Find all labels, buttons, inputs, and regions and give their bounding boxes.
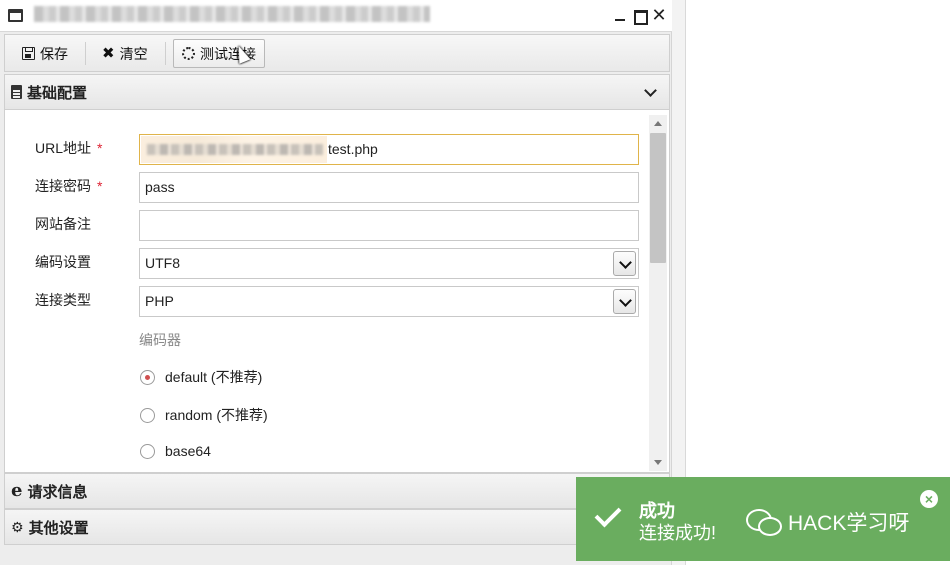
password-label-text: 连接密码: [35, 178, 91, 194]
chevron-down-icon[interactable]: [644, 84, 657, 97]
close-icon[interactable]: ✕: [650, 6, 668, 24]
encoding-select[interactable]: UTF8: [139, 248, 639, 279]
url-redacted: [141, 136, 327, 163]
required-marker: *: [97, 178, 103, 194]
encoder-title: 编码器: [139, 332, 181, 348]
section-other-settings[interactable]: ⚙ 其他设置: [4, 509, 670, 545]
scroll-up-icon[interactable]: [654, 121, 662, 126]
encoder-option-label: random (不推荐): [165, 407, 268, 423]
clear-icon: ✖: [102, 45, 115, 62]
document-icon: [11, 85, 22, 99]
encoder-option-base64[interactable]: base64: [140, 443, 211, 459]
success-toast: 成功 连接成功! × HACK学习呀: [576, 477, 950, 561]
save-icon: [22, 47, 35, 60]
ie-icon: e: [11, 480, 23, 501]
spinner-icon: [182, 47, 195, 60]
watermark-text: HACK学习呀: [788, 512, 910, 535]
password-label: 连接密码 *: [35, 177, 102, 195]
chevron-down-icon[interactable]: [613, 251, 636, 276]
radio-checked[interactable]: [140, 369, 155, 385]
save-button-label: 保存: [40, 45, 68, 62]
required-marker: *: [97, 140, 103, 156]
check-icon: [594, 500, 622, 528]
clear-button[interactable]: ✖ 清空: [93, 39, 157, 68]
toolbar-divider: [165, 42, 166, 65]
encoder-option-label: base64: [165, 443, 211, 459]
basic-config-panel: URL地址 * test.php 连接密码 * pass 网站备注 编码设置 UTF…: [4, 110, 670, 473]
window-title: [34, 6, 430, 22]
password-input[interactable]: pass: [139, 172, 639, 203]
toast-message: 连接成功!: [639, 523, 717, 543]
encoder-option-label: default (不推荐): [165, 369, 263, 385]
section-request-title: 请求信息: [27, 483, 88, 501]
section-basic-title: 基础配置: [27, 84, 88, 102]
section-basic-config[interactable]: 基础配置: [4, 74, 670, 110]
radio-unchecked[interactable]: [140, 443, 155, 459]
scroll-down-icon[interactable]: [654, 460, 662, 465]
note-label: 网站备注: [35, 216, 91, 232]
scroll-thumb[interactable]: [650, 133, 666, 263]
section-other-title: 其他设置: [28, 519, 89, 537]
watermark: HACK学习呀: [746, 507, 909, 537]
url-value: test.php: [328, 141, 378, 157]
minimize-icon[interactable]: [611, 6, 629, 24]
type-value: PHP: [145, 293, 174, 309]
title-bar: ✕: [0, 0, 672, 32]
maximize-icon[interactable]: [630, 6, 648, 25]
url-input[interactable]: test.php: [139, 134, 639, 165]
test-connection-button[interactable]: 测试连接: [173, 39, 265, 68]
connection-dialog: ✕ 保存 ✖ 清空 测试连接 基础配置 URL地址 * test.php 连接密…: [0, 0, 672, 565]
close-circle-icon[interactable]: ×: [920, 490, 938, 508]
window-icon: [8, 9, 23, 22]
wechat-icon: [746, 509, 782, 536]
save-button[interactable]: 保存: [13, 39, 77, 68]
url-label: URL地址 *: [35, 139, 102, 157]
toolbar: 保存 ✖ 清空 测试连接: [4, 34, 670, 72]
encoding-value: UTF8: [145, 255, 180, 271]
chevron-down-icon[interactable]: [613, 289, 636, 314]
toolbar-divider: [85, 42, 86, 65]
encoder-option-default[interactable]: default (不推荐): [140, 367, 262, 387]
type-select[interactable]: PHP: [139, 286, 639, 317]
url-label-text: URL地址: [35, 140, 92, 156]
note-input[interactable]: [139, 210, 639, 241]
gears-icon: ⚙: [11, 518, 24, 535]
encoder-option-random[interactable]: random (不推荐): [140, 405, 268, 425]
section-request-info[interactable]: e 请求信息: [4, 473, 670, 509]
encoding-label: 编码设置: [35, 254, 91, 270]
clear-button-label: 清空: [119, 45, 148, 62]
form-scrollbar[interactable]: [649, 115, 667, 471]
type-label: 连接类型: [35, 292, 91, 308]
radio-unchecked[interactable]: [140, 407, 155, 423]
